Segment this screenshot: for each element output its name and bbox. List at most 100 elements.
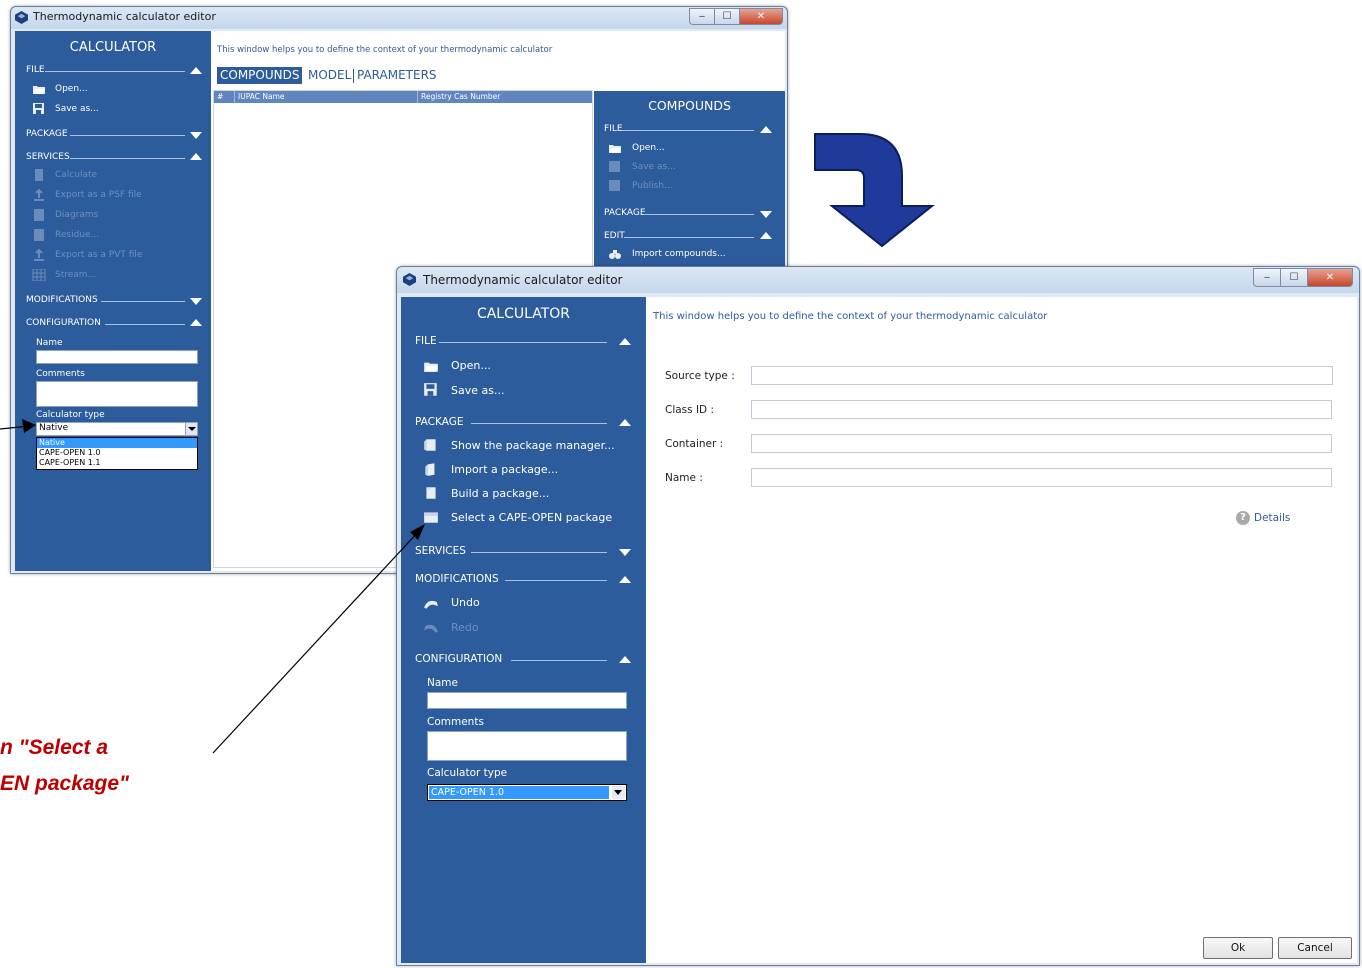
back-service-calculate[interactable]: Calculate <box>55 170 97 180</box>
back-window-buttons: ‒ ☐ ✕ <box>689 8 783 25</box>
back-section-modifications[interactable]: MODIFICATIONS <box>26 295 98 305</box>
collapse-icon[interactable] <box>619 656 631 663</box>
dropdown-option-cape-open-1-0[interactable]: CAPE-OPEN 1.0 <box>37 448 197 458</box>
close-button[interactable]: ✕ <box>1307 268 1353 287</box>
right-section-edit[interactable]: EDIT <box>604 231 625 241</box>
front-file-open[interactable]: Open... <box>451 359 491 372</box>
expand-icon[interactable] <box>190 298 202 305</box>
front-package-import[interactable]: Import a package... <box>451 463 558 476</box>
front-calc-type-select[interactable]: CAPE-OPEN 1.0 <box>427 784 627 801</box>
back-section-services[interactable]: SERVICES <box>26 152 70 162</box>
back-service-diagrams[interactable]: Diagrams <box>55 210 98 220</box>
collapse-icon[interactable] <box>760 232 772 239</box>
app-icon <box>403 273 416 286</box>
ok-button[interactable]: Ok <box>1203 937 1273 959</box>
cancel-button[interactable]: Cancel <box>1278 937 1352 959</box>
back-service-export-psf[interactable]: Export as a PSF file <box>55 190 142 200</box>
divider <box>70 135 185 136</box>
container-input[interactable] <box>751 434 1332 453</box>
back-section-configuration[interactable]: CONFIGURATION <box>26 318 101 328</box>
front-file-save-as[interactable]: Save as... <box>451 384 504 397</box>
collapse-icon[interactable] <box>619 338 631 345</box>
tab-model[interactable]: MODEL <box>308 67 351 84</box>
class-id-input[interactable] <box>751 400 1332 419</box>
right-section-package[interactable]: PACKAGE <box>604 208 646 218</box>
tab-separator <box>353 69 354 83</box>
collapse-icon[interactable] <box>190 153 202 160</box>
collapse-icon[interactable] <box>619 576 631 583</box>
front-sidebar: CALCULATOR FILE Open... Save as... PACKA… <box>401 297 646 963</box>
front-section-modifications[interactable]: MODIFICATIONS <box>415 573 499 585</box>
tab-compounds[interactable]: COMPOUNDS <box>217 67 303 84</box>
build-package-icon <box>426 487 436 499</box>
front-package-build[interactable]: Build a package... <box>451 487 549 500</box>
tab-parameters[interactable]: PARAMETERS <box>357 67 437 84</box>
details-link[interactable]: Details <box>1254 512 1290 524</box>
collapse-icon[interactable] <box>190 67 202 74</box>
front-section-package[interactable]: PACKAGE <box>415 416 463 428</box>
collapse-icon[interactable] <box>760 126 772 133</box>
back-service-residue[interactable]: Residue... <box>55 230 99 240</box>
container-label: Container : <box>665 438 724 450</box>
back-section-file[interactable]: FILE <box>26 65 45 75</box>
back-comments-input[interactable] <box>36 381 198 407</box>
callout-line-1: n "Select a <box>0 736 109 759</box>
collapse-icon[interactable] <box>190 319 202 326</box>
back-service-stream[interactable]: Stream... <box>55 270 96 280</box>
minimize-button[interactable]: ‒ <box>1253 268 1281 287</box>
name-input[interactable] <box>751 468 1332 487</box>
maximize-button[interactable]: ☐ <box>714 8 740 25</box>
dropdown-option-native[interactable]: Native <box>37 438 197 448</box>
back-name-input[interactable] <box>36 350 198 364</box>
right-section-file[interactable]: FILE <box>604 124 623 134</box>
col-header-index[interactable]: # <box>217 92 223 101</box>
front-modification-redo[interactable]: Redo <box>451 621 479 634</box>
export-icon <box>34 249 44 261</box>
back-name-label: Name <box>36 338 63 348</box>
front-package-select-cape-open[interactable]: Select a CAPE-OPEN package <box>451 511 612 524</box>
front-section-services[interactable]: SERVICES <box>415 545 466 557</box>
expand-icon[interactable] <box>760 211 772 218</box>
front-name-label: Name <box>427 677 458 689</box>
back-calc-type-dropdown: Native CAPE-OPEN 1.0 CAPE-OPEN 1.1 <box>36 437 198 470</box>
front-modification-undo[interactable]: Undo <box>451 596 480 609</box>
dropdown-arrow-icon[interactable] <box>612 786 625 799</box>
back-calc-type-select[interactable]: Native <box>36 422 198 436</box>
collapse-icon[interactable] <box>619 419 631 426</box>
divider <box>471 552 607 553</box>
back-section-package[interactable]: PACKAGE <box>26 129 68 139</box>
right-file-publish[interactable]: Publish... <box>632 181 673 191</box>
front-comments-input[interactable] <box>427 731 627 761</box>
front-section-configuration[interactable]: CONFIGURATION <box>415 653 502 665</box>
dropdown-option-cape-open-1-1[interactable]: CAPE-OPEN 1.1 <box>37 458 197 468</box>
open-folder-icon <box>609 145 621 153</box>
right-file-save-as[interactable]: Save as... <box>632 162 676 172</box>
col-header-iupac-name[interactable]: IUPAC Name <box>238 92 285 101</box>
stream-grid-icon <box>32 269 46 281</box>
front-section-file[interactable]: FILE <box>415 335 437 347</box>
right-file-open[interactable]: Open... <box>632 143 665 153</box>
front-name-input[interactable] <box>427 692 627 709</box>
col-header-cas-number[interactable]: Registry Cas Number <box>421 92 500 101</box>
back-file-save-as[interactable]: Save as... <box>55 104 99 114</box>
back-service-export-pvt[interactable]: Export as a PVT file <box>55 250 142 260</box>
details-help-icon[interactable]: ? <box>1236 511 1250 525</box>
divider <box>511 660 607 661</box>
minimize-button[interactable]: ‒ <box>689 8 715 25</box>
diagram-icon <box>34 209 44 221</box>
open-folder-icon <box>33 86 45 94</box>
maximize-button[interactable]: ☐ <box>1280 268 1308 287</box>
back-info-text: This window helps you to define the cont… <box>217 45 553 55</box>
table-header: # IUPAC Name Registry Cas Number <box>214 91 592 103</box>
back-sidebar: CALCULATOR FILE Open... Save as... PACKA… <box>15 31 211 571</box>
expand-icon[interactable] <box>619 549 631 556</box>
close-button[interactable]: ✕ <box>739 8 783 25</box>
right-edit-import-compounds[interactable]: Import compounds... <box>632 249 726 259</box>
calculator-icon <box>35 169 43 181</box>
front-package-show-manager[interactable]: Show the package manager... <box>451 439 615 452</box>
back-file-open[interactable]: Open... <box>55 84 88 94</box>
save-icon <box>424 383 437 396</box>
expand-icon[interactable] <box>190 132 202 139</box>
dropdown-arrow-icon[interactable] <box>185 423 197 435</box>
source-type-input[interactable] <box>751 366 1333 385</box>
